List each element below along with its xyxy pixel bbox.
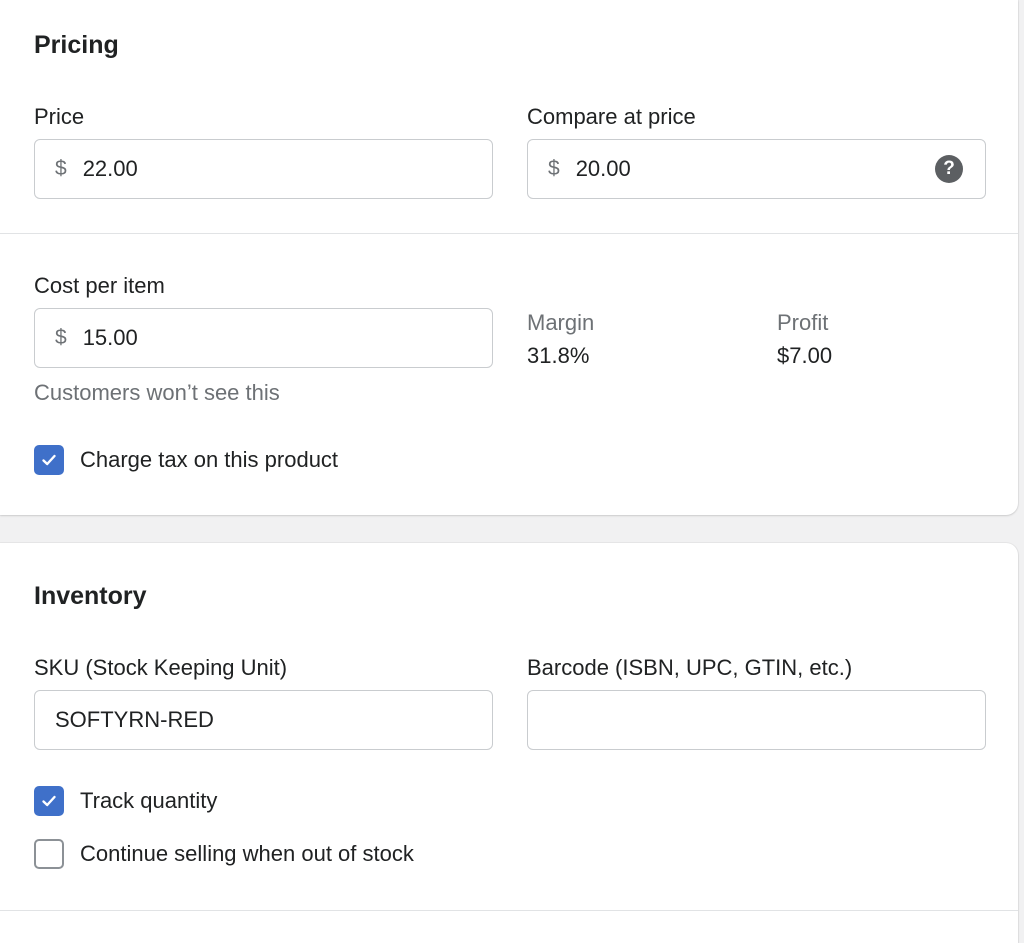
continue-selling-label[interactable]: Continue selling when out of stock xyxy=(80,841,414,867)
track-quantity-checkbox[interactable] xyxy=(34,786,64,816)
profit-value: $7.00 xyxy=(777,343,833,368)
cost-per-item-input[interactable]: $ 15.00 xyxy=(34,308,493,368)
continue-selling-row[interactable]: Continue selling when out of stock xyxy=(34,839,414,869)
cost-hint-text: Customers won’t see this xyxy=(34,380,280,405)
price-value[interactable]: 22.00 xyxy=(83,156,138,182)
cost-per-item-label: Cost per item xyxy=(34,273,165,298)
price-label: Price xyxy=(34,104,85,129)
margin-label: Margin xyxy=(527,310,595,335)
compare-at-price-input[interactable]: $ 20.00 ? xyxy=(527,139,986,199)
checkmark-icon xyxy=(42,454,56,466)
question-circle-icon[interactable]: ? xyxy=(935,155,963,183)
profit-label: Profit xyxy=(777,310,829,335)
checkmark-icon xyxy=(42,795,56,807)
cost-per-item-value[interactable]: 15.00 xyxy=(83,325,138,351)
pricing-divider xyxy=(0,233,1018,234)
inventory-card: Inventory SKU (Stock Keeping Unit) SOFTY… xyxy=(0,543,1018,943)
inventory-title: Inventory xyxy=(34,582,147,610)
compare-at-price-label: Compare at price xyxy=(527,104,696,129)
compare-at-price-currency-prefix: $ xyxy=(548,157,560,180)
inventory-divider xyxy=(0,910,1018,911)
margin-value: 31.8% xyxy=(527,343,590,368)
cost-currency-prefix: $ xyxy=(55,326,67,349)
continue-selling-checkbox[interactable] xyxy=(34,839,64,869)
barcode-label: Barcode (ISBN, UPC, GTIN, etc.) xyxy=(527,655,853,680)
pricing-title: Pricing xyxy=(34,31,119,59)
sku-value[interactable]: SOFTYRN-RED xyxy=(55,707,214,733)
barcode-input[interactable] xyxy=(527,690,986,750)
charge-tax-label[interactable]: Charge tax on this product xyxy=(80,447,338,473)
pricing-card: Pricing Price $ 22.00 Compare at price $… xyxy=(0,0,1018,515)
sku-label: SKU (Stock Keeping Unit) xyxy=(34,655,288,680)
price-input[interactable]: $ 22.00 xyxy=(34,139,493,199)
compare-at-price-value[interactable]: 20.00 xyxy=(576,156,631,182)
charge-tax-checkbox[interactable] xyxy=(34,445,64,475)
sku-input[interactable]: SOFTYRN-RED xyxy=(34,690,493,750)
price-currency-prefix: $ xyxy=(55,157,67,180)
charge-tax-row[interactable]: Charge tax on this product xyxy=(34,445,338,475)
track-quantity-label[interactable]: Track quantity xyxy=(80,788,217,814)
track-quantity-row[interactable]: Track quantity xyxy=(34,786,217,816)
